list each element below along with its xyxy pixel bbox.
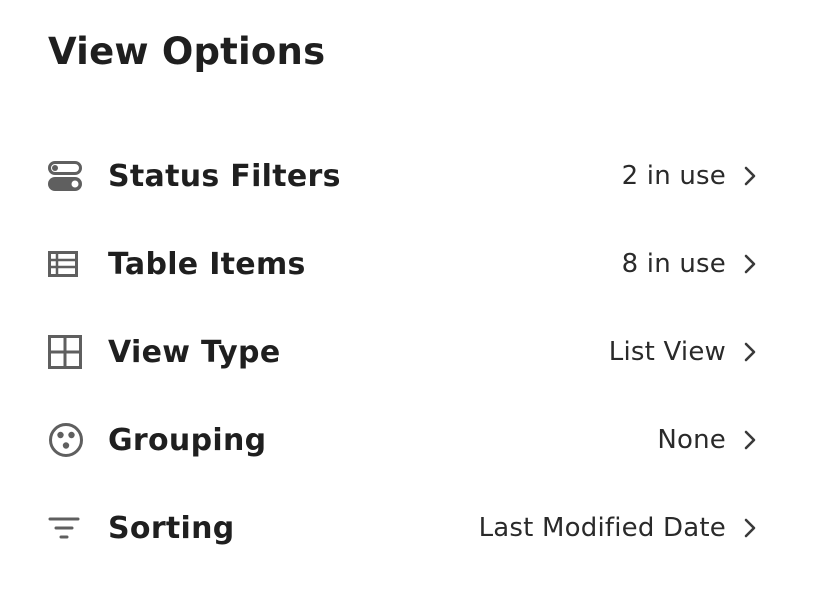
- option-label: Sorting: [108, 510, 235, 546]
- toggle-icon: [48, 156, 88, 196]
- option-label: View Type: [108, 334, 281, 370]
- option-label: Table Items: [108, 246, 306, 282]
- option-value-group: 8 in use: [622, 249, 764, 279]
- group-dots-icon: [48, 420, 88, 460]
- table-list-icon: [48, 244, 88, 284]
- grid-icon: [48, 332, 88, 372]
- option-value: List View: [608, 337, 726, 367]
- page-title: View Options: [48, 30, 326, 73]
- option-view-type[interactable]: View Type List View: [48, 308, 764, 396]
- option-label: Grouping: [108, 422, 267, 458]
- chevron-right-icon: [736, 338, 764, 366]
- chevron-right-icon: [736, 250, 764, 278]
- option-value: 2 in use: [621, 161, 726, 191]
- option-label: Status Filters: [108, 158, 341, 194]
- option-value: None: [657, 425, 726, 455]
- view-options-panel: View Options Status Filters 2 in use Tab…: [0, 0, 820, 612]
- chevron-right-icon: [736, 426, 764, 454]
- option-value-group: Last Modified Date: [479, 513, 764, 543]
- option-value-group: None: [657, 425, 764, 455]
- options-list: Status Filters 2 in use Table Items 8 in…: [48, 132, 764, 572]
- option-sorting[interactable]: Sorting Last Modified Date: [48, 484, 764, 572]
- option-status-filters[interactable]: Status Filters 2 in use: [48, 132, 764, 220]
- option-grouping[interactable]: Grouping None: [48, 396, 764, 484]
- option-value: 8 in use: [621, 249, 726, 279]
- chevron-right-icon: [736, 162, 764, 190]
- chevron-right-icon: [736, 514, 764, 542]
- option-value-group: List View: [609, 337, 764, 367]
- option-value-group: 2 in use: [622, 161, 764, 191]
- option-table-items[interactable]: Table Items 8 in use: [48, 220, 764, 308]
- sort-lines-icon: [48, 508, 88, 548]
- option-value: Last Modified Date: [478, 513, 726, 543]
